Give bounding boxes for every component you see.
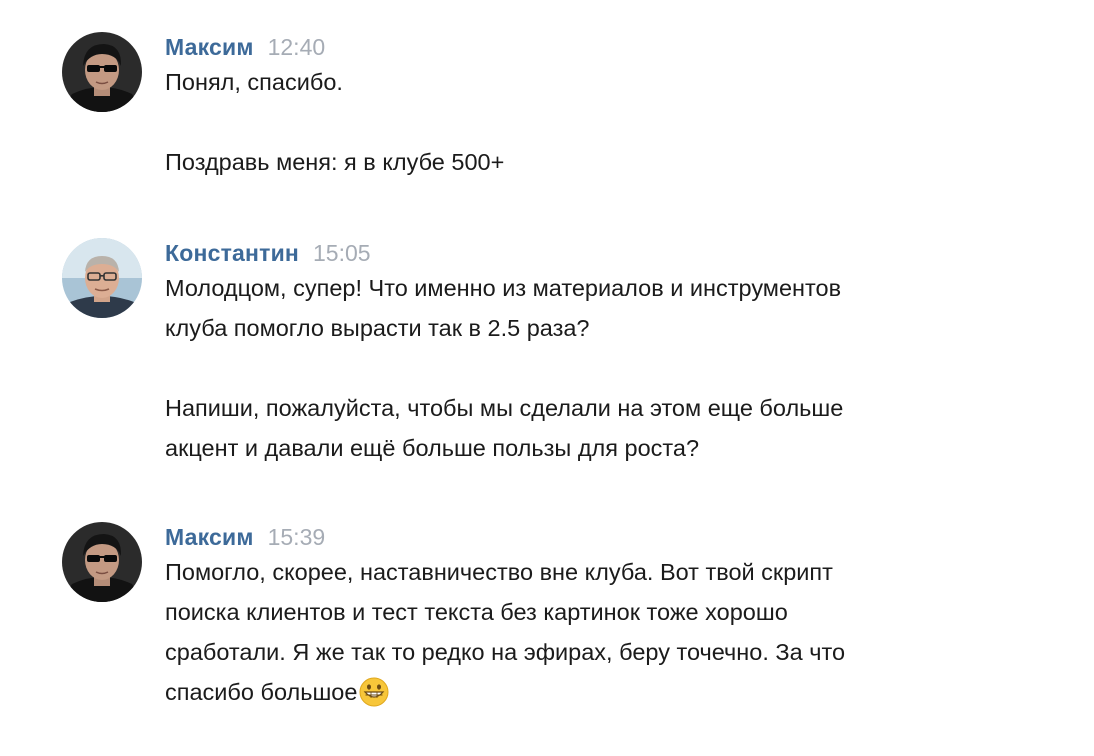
message-author-link[interactable]: Максим [165,34,254,60]
message-line: спасибо большое [165,679,358,705]
message-line: сработали. Я же так то редко на эфирах, … [165,639,846,665]
message-timestamp[interactable]: 12:40 [268,34,326,60]
message-author-link[interactable]: Константин [165,240,299,266]
message-text: Помогло, скорее, наставничество вне клуб… [165,552,1065,719]
message-header: Константин 15:05 [165,238,1065,268]
message-line: акцент и давали ещё больше пользы для ро… [165,435,700,461]
user-avatar-sunglasses-icon [62,522,142,602]
message-line: Помогло, скорее, наставничество вне клуб… [165,559,833,585]
message-header: Максим 12:40 [165,32,1065,62]
message-timestamp[interactable]: 15:05 [313,240,371,266]
message-line: поиска клиентов и тест текста без картин… [165,599,788,625]
message-text: Понял, спасибо. Поздравь меня: я в клубе… [165,62,1065,182]
sender-avatar[interactable] [62,32,142,112]
message-line: Понял, спасибо. [165,69,343,95]
message-line: Молодцом, супер! Что именно из материало… [165,275,842,301]
user-avatar-sunglasses-icon [62,32,142,112]
message-author-link[interactable]: Максим [165,524,254,550]
message-timestamp[interactable]: 15:39 [268,524,326,550]
grinning-face-emoji-icon [359,677,389,719]
message-line: клуба помогло вырасти так в 2.5 раза? [165,315,590,341]
message-line: Напиши, пожалуйста, чтобы мы сделали на … [165,395,844,421]
sender-avatar[interactable] [62,522,142,602]
message-body: Максим 15:39 Помогло, скорее, наставничес… [165,522,1065,719]
sender-avatar[interactable] [62,238,142,318]
message-body: Константин 15:05 Молодцом, супер! Что име… [165,238,1065,468]
message-body: Максим 12:40 Понял, спасибо. Поздравь мен… [165,32,1065,182]
user-avatar-glasses-icon [62,238,142,318]
message-history: Максим 12:40 Понял, спасибо. Поздравь мен… [0,0,1094,756]
message-header: Максим 15:39 [165,522,1065,552]
message-last-line: спасибо большое [165,672,1065,719]
message-line: Поздравь меня: я в клубе 500+ [165,149,505,175]
message-text: Молодцом, супер! Что именно из материало… [165,268,1065,468]
